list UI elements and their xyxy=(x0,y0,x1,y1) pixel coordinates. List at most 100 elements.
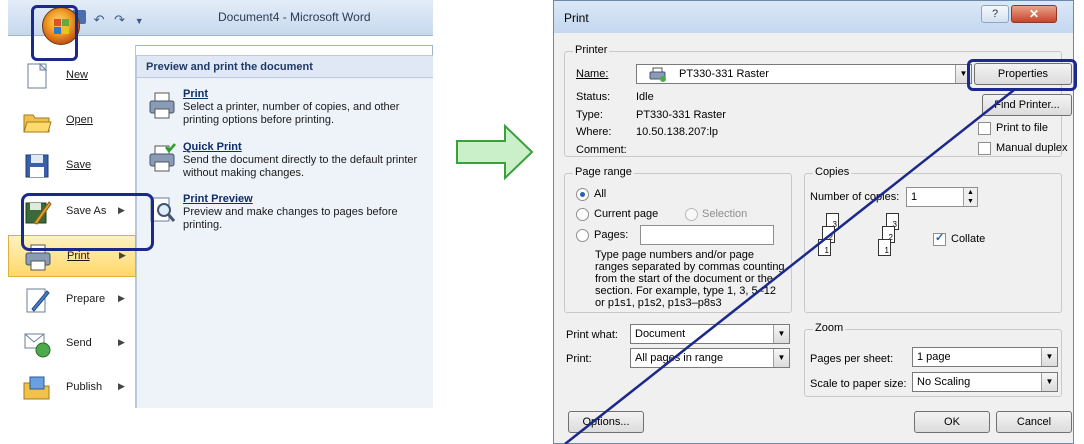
status-label: Status: xyxy=(576,91,611,103)
menu-item-label: Prepare xyxy=(66,293,106,305)
dialog-title: Print xyxy=(564,11,589,25)
publish-icon xyxy=(23,376,50,400)
option-description: Preview and make changes to pages before… xyxy=(183,206,398,231)
dropdown-arrow-icon: ▼ xyxy=(1041,348,1057,366)
dropdown-arrow-icon: ▼ xyxy=(1041,373,1057,391)
dropdown-arrow-icon: ▼ xyxy=(773,349,789,367)
print-what-label: Print what: xyxy=(566,329,618,341)
right-arrow-icon xyxy=(456,123,534,181)
pages-label: Pages: xyxy=(594,229,629,241)
group-label: Printer xyxy=(573,44,610,56)
page-range-help-text: Type page numbers and/or page ranges sep… xyxy=(595,249,785,309)
print-select[interactable]: All pages in range ▼ xyxy=(630,348,790,368)
folder-open-icon xyxy=(23,114,52,133)
print-what-value: Document xyxy=(635,328,686,340)
save-as-highlight xyxy=(21,193,154,251)
menu-item-publish[interactable]: Publish ▶ xyxy=(8,367,136,408)
all-pages-radio[interactable] xyxy=(576,188,589,201)
menu-item-prepare[interactable]: Prepare ▶ xyxy=(8,279,136,321)
print-submenu-panel: Preview and print the document Print Sel… xyxy=(136,55,433,408)
prepare-icon xyxy=(26,288,50,313)
customize-dropdown-icon[interactable]: ▼ xyxy=(135,16,144,26)
office-button-highlight xyxy=(31,5,78,61)
menu-item-label: Print xyxy=(67,250,90,262)
option-title: Quick Print xyxy=(183,141,242,153)
menu-item-label: Publish xyxy=(66,381,103,393)
printer-name-value: PT330-331 Raster xyxy=(679,68,769,80)
menu-item-label: New xyxy=(66,69,89,81)
scale-to-paper-value: No Scaling xyxy=(917,376,971,388)
print-to-file-label: Print to file xyxy=(996,122,1048,134)
group-label: Copies xyxy=(813,166,852,178)
window-title: Document4 - Microsoft Word xyxy=(218,10,371,24)
current-page-radio[interactable] xyxy=(576,208,589,221)
print-label: Print: xyxy=(566,353,592,365)
printer-icon xyxy=(149,92,175,119)
menu-item-open[interactable]: Open xyxy=(8,100,136,142)
find-printer-button[interactable]: Find Printer... xyxy=(982,94,1072,116)
option-description: Send the document directly to the defaul… xyxy=(183,154,418,179)
menu-item-new[interactable]: New xyxy=(8,55,136,97)
current-page-label: Current page xyxy=(594,208,659,220)
group-label: Page range xyxy=(573,166,634,178)
submenu-arrow-icon: ▶ xyxy=(118,337,125,347)
page-icon: 1 xyxy=(818,239,831,256)
help-button[interactable]: ? xyxy=(981,5,1009,23)
printer-icon xyxy=(649,67,666,82)
print-what-select[interactable]: Document ▼ xyxy=(630,324,790,344)
redo-icon[interactable]: ↷ xyxy=(114,12,125,27)
dialog-title-bar: Print ? ✕ xyxy=(554,1,1073,33)
scale-to-paper-label: Scale to paper size: xyxy=(810,378,907,390)
all-pages-label: All xyxy=(594,188,607,200)
send-icon xyxy=(24,333,51,358)
menu-item-label: Open xyxy=(66,114,93,126)
type-label: Type: xyxy=(576,109,603,121)
group-label: Zoom xyxy=(813,322,846,334)
save-icon xyxy=(25,154,49,178)
quick-access-toolbar: ↶ ↷ ▼ xyxy=(72,10,144,28)
option-description: Select a printer, number of copies, and … xyxy=(183,101,400,126)
print-to-file-checkbox[interactable] xyxy=(978,122,991,135)
checkmark-icon: ✓ xyxy=(935,232,945,244)
close-button[interactable]: ✕ xyxy=(1011,5,1057,23)
panel-heading: Preview and print the document xyxy=(137,56,433,78)
type-value: PT330-331 Raster xyxy=(636,109,726,121)
quick-print-icon xyxy=(149,143,176,172)
print-dialog: Print ? ✕ Printer Name: PT330-331 Raster… xyxy=(553,0,1077,444)
pages-per-sheet-select[interactable]: 1 page ▼ xyxy=(912,347,1058,367)
submenu-arrow-icon: ▶ xyxy=(118,381,125,391)
selection-radio[interactable] xyxy=(685,208,698,221)
dropdown-arrow-icon: ▼ xyxy=(773,325,789,343)
pages-radio[interactable] xyxy=(576,229,589,242)
spinner-arrows-icon[interactable]: ▲ ▼ xyxy=(963,188,977,206)
manual-duplex-checkbox[interactable] xyxy=(978,142,991,155)
submenu-option-quick-print[interactable]: Quick Print Send the document directly t… xyxy=(137,139,433,199)
page-icon: 1 xyxy=(878,239,891,256)
printer-name-select[interactable]: PT330-331 Raster ▼ xyxy=(636,64,972,84)
option-title: Print xyxy=(183,88,209,100)
copies-value: 1 xyxy=(911,191,918,203)
submenu-option-print-preview[interactable]: Print Preview Preview and make changes t… xyxy=(137,191,433,251)
ok-button[interactable]: OK xyxy=(914,411,990,433)
status-value: Idle xyxy=(636,91,654,103)
submenu-arrow-icon: ▶ xyxy=(119,250,126,260)
selection-label: Selection xyxy=(702,208,748,220)
submenu-arrow-icon: ▶ xyxy=(118,293,125,303)
options-button[interactable]: Options... xyxy=(568,411,644,433)
copies-spinner[interactable]: 1 ▲ ▼ xyxy=(906,187,978,207)
comment-label: Comment: xyxy=(576,144,627,156)
print-value: All pages in range xyxy=(635,352,724,364)
submenu-option-print[interactable]: Print Select a printer, number of copies… xyxy=(137,86,433,146)
cancel-button[interactable]: Cancel xyxy=(996,411,1072,433)
word-office-menu-window: ↶ ↷ ▼ Document4 - Microsoft Word New Ope… xyxy=(8,0,433,408)
collate-label: Collate xyxy=(951,233,986,245)
undo-icon[interactable]: ↶ xyxy=(94,12,105,27)
menu-item-send[interactable]: Send ▶ xyxy=(8,323,136,365)
collate-checkbox[interactable]: ✓ xyxy=(933,232,946,246)
menu-item-save[interactable]: Save xyxy=(8,145,136,187)
pages-input[interactable] xyxy=(640,225,774,245)
name-label: Name: xyxy=(576,68,609,80)
scale-to-paper-select[interactable]: No Scaling ▼ xyxy=(912,372,1058,392)
properties-highlight xyxy=(967,59,1077,91)
number-of-copies-label: Number of copies: xyxy=(810,191,900,203)
